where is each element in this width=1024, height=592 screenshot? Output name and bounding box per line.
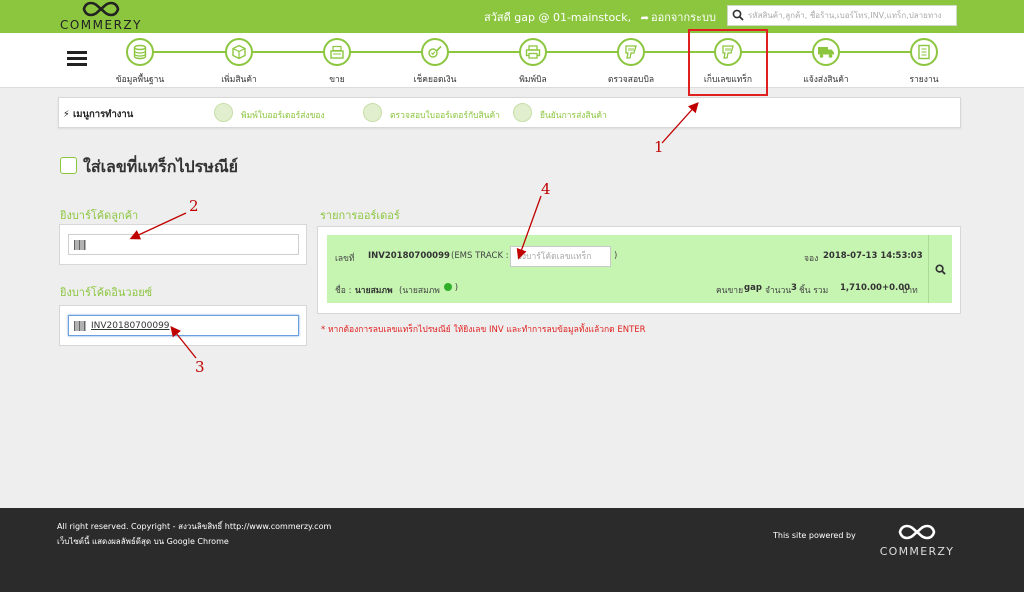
- currency-label: บาท: [902, 286, 918, 296]
- online-status: ): [444, 283, 458, 293]
- customer-barcode-label: ยิงบาร์โค้ดลูกค้า: [60, 209, 139, 222]
- orders-section-label: รายการออร์เดอร์: [320, 209, 400, 222]
- hamburger-menu-icon[interactable]: [67, 51, 87, 67]
- invoice-barcode-input[interactable]: [91, 318, 296, 333]
- nav-label: เพิ่มสินค้า: [221, 75, 257, 85]
- annotation-number: 1: [654, 138, 664, 156]
- nav-item-sell[interactable]: ขาย: [292, 38, 382, 85]
- browser-note: เว็บไซต์นี้ แสดงผลลัพธ์ดีสุด บน Google C…: [57, 537, 229, 546]
- invoice-barcode-label: ยิงบาร์โค้ดอินวอยซ์: [60, 286, 153, 299]
- footer-copyright: All right reserved. Copyright - สงวนลิขส…: [57, 519, 331, 549]
- footer-logo[interactable]: COMMERZY: [868, 520, 966, 560]
- footer-logo-text: COMMERZY: [879, 545, 955, 558]
- seller-label: คนขาย: [716, 286, 744, 296]
- invoice-barcode-field[interactable]: [68, 315, 299, 336]
- customer-barcode-field[interactable]: [68, 234, 299, 255]
- barcode-scanner-icon: [363, 103, 382, 122]
- search-icon[interactable]: [732, 9, 744, 21]
- order-datetime: 2018-07-13 14:53:03: [823, 251, 923, 261]
- search-icon: [935, 263, 946, 275]
- order-no-label: เลขที่: [335, 254, 355, 264]
- printer-icon: [519, 38, 547, 66]
- barcode-scanner-icon: [617, 38, 645, 66]
- order-total: 1,710.00+0.00: [840, 283, 911, 293]
- nav-label: ตรวจสอบบิล: [607, 75, 655, 85]
- infinity-logo-icon: [82, 1, 120, 17]
- work-menu-bar: ⚡ เมนูการทำงาน พิมพ์ใบออร์เดอร์ส่งของ ตร…: [58, 97, 961, 128]
- copyright-text: All right reserved. Copyright - สงวนลิขส…: [57, 522, 332, 531]
- barcode-icon: [74, 321, 86, 331]
- nav-item-report[interactable]: รายงาน: [879, 38, 969, 85]
- global-search[interactable]: [727, 5, 957, 26]
- customer-barcode-panel: [59, 224, 307, 265]
- annotation-number: 2: [189, 197, 199, 215]
- annotation-number: 3: [195, 358, 205, 376]
- customer-alias: (นายสมภพ: [399, 286, 440, 296]
- report-icon: [910, 38, 938, 66]
- annotation-highlight-box: [688, 29, 768, 96]
- qty-value: 3: [791, 283, 797, 293]
- logo[interactable]: COMMERZY: [56, 0, 146, 33]
- reserve-label: จอง: [804, 254, 819, 264]
- seller-name: gap: [744, 283, 762, 293]
- nav-item-add-product[interactable]: เพิ่มสินค้า: [194, 38, 284, 85]
- search-input[interactable]: [748, 8, 954, 23]
- infinity-logo-icon: [898, 524, 936, 540]
- main-nav: ข้อมูลพื้นฐาน เพิ่มสินค้า ขาย เช็คยอดเงิ…: [0, 33, 1024, 88]
- nav-item-notify-shipping[interactable]: แจ้งส่งสินค้า: [781, 38, 871, 85]
- footer: All right reserved. Copyright - สงวนลิขส…: [0, 508, 1024, 592]
- nav-item-basic-data[interactable]: ข้อมูลพื้นฐาน: [95, 38, 185, 85]
- greeting-text: สวัสดี gap @ 01-mainstock,: [484, 11, 632, 24]
- database-icon: [126, 38, 154, 66]
- nav-label: ขาย: [329, 75, 345, 85]
- money-check-icon: [421, 38, 449, 66]
- bolt-icon: ⚡: [63, 109, 70, 120]
- nav-label: ข้อมูลพื้นฐาน: [115, 75, 165, 85]
- ems-track-suffix: ): [614, 251, 618, 261]
- nav-item-check-balance[interactable]: เช็คยอดเงิน: [390, 38, 480, 85]
- truck-icon: [812, 38, 840, 66]
- page-title: ใส่เลขที่แทร็กไปรษณีย์: [83, 157, 239, 176]
- qty-label: จำนวน: [765, 286, 792, 296]
- work-menu-label: พิมพ์ใบออร์เดอร์ส่งของ: [241, 111, 325, 121]
- nav-item-print-bill[interactable]: พิมพ์บิล: [488, 38, 578, 85]
- user-greeting: สวัสดี gap @ 01-mainstock, ➦ ออกจากระบบ: [484, 8, 716, 26]
- customer-barcode-input[interactable]: [91, 237, 296, 252]
- work-menu-label: ตรวจสอบใบออร์เดอร์กับสินค้า: [390, 111, 500, 121]
- nav-label: รายงาน: [909, 75, 939, 85]
- work-menu-title-text: เมนูการทำงาน: [72, 109, 134, 120]
- delete-tracking-note: * หากต้องการลบเลขแทร็กไปรษณีย์ ให้ยิงเลข…: [321, 325, 646, 335]
- box-icon: [225, 38, 253, 66]
- work-menu-title: ⚡ เมนูการทำงาน: [63, 107, 133, 122]
- truck-icon: [513, 103, 532, 122]
- logo-text: COMMERZY: [59, 18, 142, 32]
- logout-icon[interactable]: ➦: [641, 13, 649, 24]
- nav-item-verify-bill[interactable]: ตรวจสอบบิล: [586, 38, 676, 85]
- qty-unit: ชิ้น รวม: [799, 286, 829, 296]
- logout-link[interactable]: ออกจากระบบ: [651, 11, 716, 24]
- annotation-number: 4: [541, 180, 551, 198]
- online-status-dot-icon: [444, 283, 452, 291]
- ems-tracking-input[interactable]: [510, 246, 611, 267]
- work-menu-label: ยืนยันการส่งสินค้า: [540, 111, 607, 121]
- nav-label: แจ้งส่งสินค้า: [803, 75, 849, 85]
- barcode-icon: [74, 240, 86, 250]
- cash-register-icon: [323, 38, 351, 66]
- nav-label: เช็คยอดเงิน: [413, 75, 457, 85]
- barcode-scanner-icon: [60, 157, 77, 174]
- customer-name: นายสมภพ: [355, 286, 393, 296]
- order-invoice-number: INV20180700099: [368, 251, 450, 261]
- nav-label: พิมพ์บิล: [519, 75, 547, 85]
- powered-by-text: This site powered by: [773, 531, 856, 540]
- order-search-button[interactable]: [928, 235, 952, 303]
- customer-name-label: ชื่อ :: [335, 286, 352, 296]
- ems-track-prefix: (EMS TRACK :: [451, 251, 509, 261]
- printer-icon: [214, 103, 233, 122]
- top-bar: COMMERZY สวัสดี gap @ 01-mainstock, ➦ ออก…: [0, 0, 1024, 33]
- invoice-barcode-panel: [59, 305, 307, 346]
